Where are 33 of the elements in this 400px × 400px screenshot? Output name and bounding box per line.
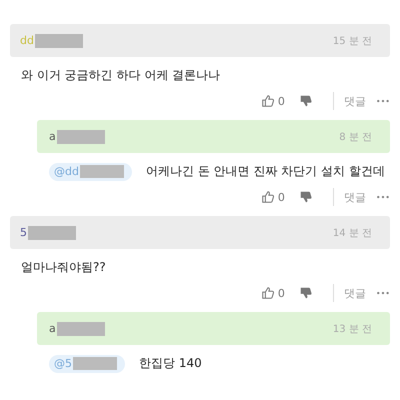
author-name: dd: [20, 34, 34, 47]
author-name: a: [49, 130, 56, 143]
thumbs-down-icon[interactable]: [298, 286, 313, 300]
author-name: 5: [20, 226, 27, 239]
like-count: 0: [278, 94, 285, 108]
reply-link[interactable]: 댓글: [344, 94, 366, 108]
reply-link[interactable]: 댓글: [344, 190, 366, 204]
timestamp: 14 분 전: [332, 226, 372, 240]
thumbs-up-icon[interactable]: [260, 94, 275, 108]
like-count: 0: [278, 190, 285, 204]
more-button[interactable]: •••: [376, 192, 390, 202]
thumbs-down-icon[interactable]: [298, 94, 313, 108]
more-button[interactable]: •••: [376, 288, 390, 298]
reply-link[interactable]: 댓글: [344, 286, 366, 300]
thumbs-down-icon[interactable]: [298, 190, 313, 204]
comment-text: 얼마나줘야됨??: [21, 259, 106, 276]
comment-text: @dd 어케나긴 돈 안내면 진짜 차단기 설치 할건데: [49, 160, 385, 182]
redaction-bar: [34, 34, 83, 48]
mention-tag[interactable]: @dd: [49, 162, 132, 181]
timestamp: 13 분 전: [332, 322, 372, 336]
more-button[interactable]: •••: [376, 96, 390, 106]
like-count: 0: [278, 286, 285, 300]
thumbs-up-icon[interactable]: [260, 190, 275, 204]
timestamp: 15 분 전: [332, 34, 372, 48]
author-name: a: [49, 322, 56, 335]
redaction-bar: [56, 130, 105, 144]
timestamp: 8 분 전: [339, 130, 372, 144]
mention-tag[interactable]: @5: [49, 354, 125, 373]
thumbs-up-icon[interactable]: [260, 286, 275, 300]
comment-text: @5 한집당 140: [49, 352, 202, 374]
redaction-bar: [28, 226, 76, 240]
redaction-bar: [56, 322, 105, 336]
comment-text: 와 이거 궁금하긴 하다 어케 결론나나: [21, 67, 220, 84]
